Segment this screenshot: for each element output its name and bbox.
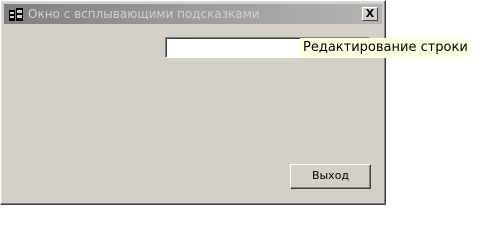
main-window: Окно с всплывающими подсказками X Выход bbox=[0, 0, 386, 205]
title-bar[interactable]: Окно с всплывающими подсказками X bbox=[4, 4, 382, 24]
exit-button[interactable]: Выход bbox=[290, 164, 371, 189]
close-button[interactable]: X bbox=[362, 7, 378, 21]
tooltip: Редактирование строки bbox=[300, 38, 471, 58]
window-title: Окно с всплывающими подсказками bbox=[28, 7, 260, 21]
close-icon: X bbox=[365, 7, 375, 20]
app-window-icon bbox=[8, 7, 24, 21]
